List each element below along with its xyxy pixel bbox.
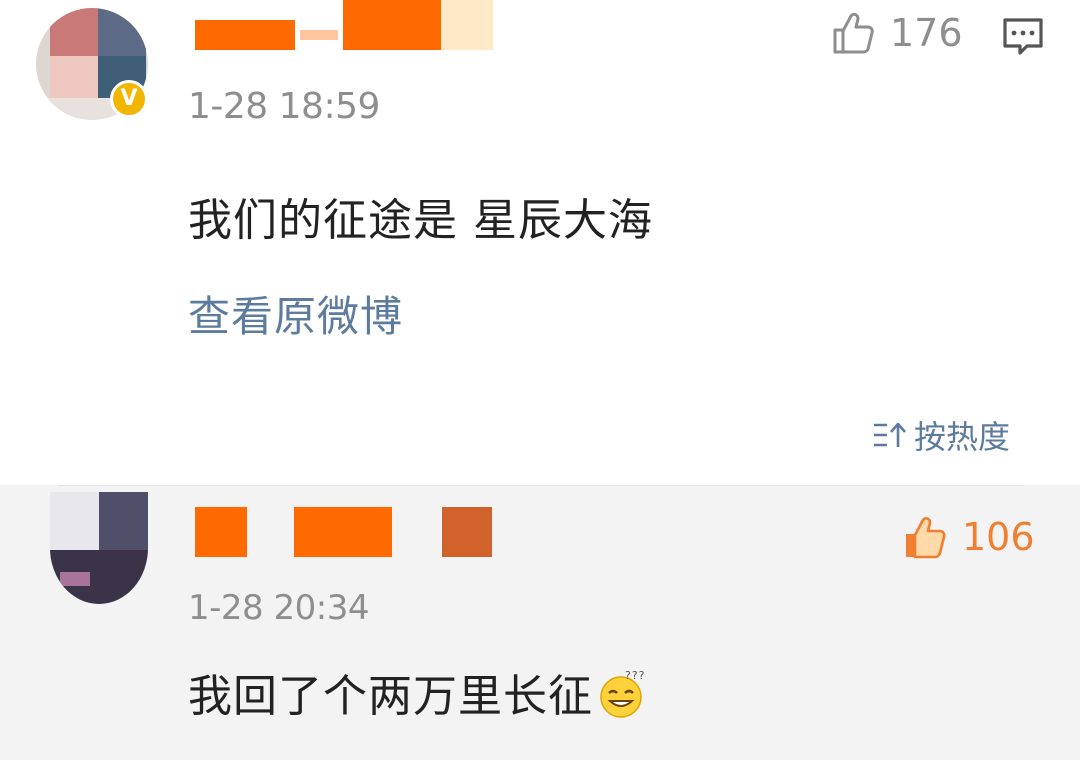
mosaic-block xyxy=(441,0,493,50)
svg-text:???: ??? xyxy=(625,669,646,682)
dizzy-face-emoji: ??? xyxy=(600,669,646,718)
reply-text-body: 我回了个两万里长征 xyxy=(188,671,593,722)
mosaic-block xyxy=(294,507,392,557)
like-count: 106 xyxy=(962,515,1035,559)
mosaic-block xyxy=(343,0,441,50)
avatar[interactable] xyxy=(50,492,148,604)
view-original-post-link[interactable]: 查看原微博 xyxy=(188,283,403,344)
mosaic-block xyxy=(300,30,338,40)
like-count: 176 xyxy=(890,11,963,55)
sort-arrows-icon xyxy=(874,422,906,447)
sort-label: 按热度 xyxy=(914,418,1011,456)
divider xyxy=(58,485,1024,486)
reply-text: 我回了个两万里长征 ??? xyxy=(188,660,649,724)
mosaic-block xyxy=(195,20,295,50)
thumbs-up-outline-icon xyxy=(833,12,874,54)
like-button[interactable]: 176 xyxy=(830,10,963,56)
reply-timestamp: 1-28 20:34 xyxy=(188,588,369,628)
sort-by-hot-toggle[interactable]: 按热度 xyxy=(872,412,1010,458)
mosaic-block xyxy=(195,507,247,557)
verified-badge-icon: V xyxy=(110,80,148,118)
like-button[interactable]: 106 xyxy=(902,514,1035,560)
comment-bubble-icon[interactable] xyxy=(1001,14,1045,58)
comment-timestamp: 1-28 18:59 xyxy=(188,86,380,127)
comment-text: 我们的征途是 星辰大海 xyxy=(188,195,653,246)
mosaic-block xyxy=(442,507,492,557)
thumbs-up-filled-icon xyxy=(906,517,946,559)
